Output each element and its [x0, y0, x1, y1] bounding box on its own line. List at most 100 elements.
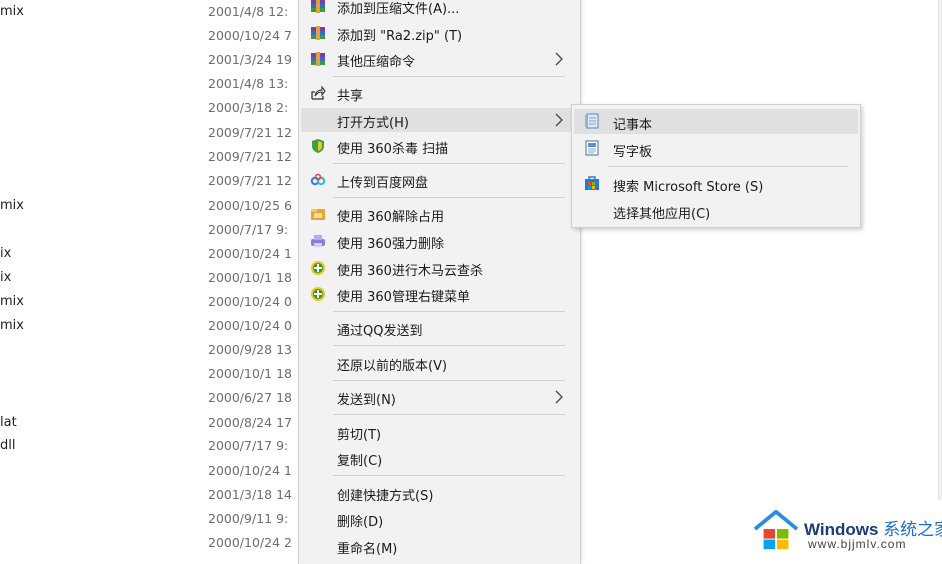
- menu-item-360-unlock[interactable]: 使用 360解除占用: [301, 202, 578, 226]
- menu-item-cut[interactable]: 剪切(T): [301, 420, 578, 444]
- submenu-item-wordpad[interactable]: 写字板: [574, 136, 858, 161]
- menu-item-label: 剪切(T): [337, 428, 382, 443]
- menu-item-send-to[interactable]: 发送到(N): [301, 385, 578, 409]
- file-name[interactable]: ix: [0, 246, 11, 261]
- date-modified-cell: 2001/4/8 13:: [208, 76, 289, 91]
- date-modified-cell: 2009/7/21 12: [208, 149, 292, 164]
- date-modified-cell: 2000/7/17 9:: [208, 438, 289, 453]
- menu-item-label: 上传到百度网盘: [337, 176, 429, 191]
- menu-item-label: 打开方式(H): [337, 116, 409, 131]
- 360-force-delete-icon: [311, 235, 325, 247]
- menu-separator: [333, 414, 565, 415]
- 360-trojan-scan-icon: [311, 261, 325, 275]
- chevron-right-icon: [555, 390, 563, 404]
- submenu-item-notepad[interactable]: 记事本: [574, 109, 858, 134]
- menu-item-label: 添加到 "Ra2.zip" (T): [337, 29, 463, 44]
- date-modified-cell: 2000/10/1 18: [208, 270, 292, 285]
- menu-item-label: 共享: [337, 89, 364, 104]
- menu-item-label: 通过QQ发送到: [337, 324, 423, 339]
- date-modified-cell: 2000/10/24 0: [208, 294, 292, 309]
- menu-separator: [333, 163, 565, 164]
- menu-item-send-via-qq[interactable]: 通过QQ发送到: [301, 316, 578, 340]
- submenu-item-microsoft-store[interactable]: 搜索 Microsoft Store (S): [574, 171, 858, 196]
- context-menu: 添加到压缩文件(A)... 添加到 "Ra2.zip" (T) 其他压缩命令 共…: [298, 0, 581, 564]
- submenu-item-label: 记事本: [613, 118, 653, 133]
- file-name[interactable]: mix: [0, 318, 24, 333]
- date-modified-cell: 2000/10/1 18: [208, 366, 292, 381]
- chevron-right-icon: [555, 52, 563, 66]
- submenu-item-label: 写字板: [613, 145, 653, 160]
- menu-item-label: 使用 360管理右键菜单: [337, 290, 470, 305]
- chevron-right-icon: [555, 113, 563, 127]
- share-icon: [311, 85, 326, 100]
- submenu-item-choose-other-app[interactable]: 选择其他应用(C): [574, 198, 858, 223]
- 360-shield-icon: [312, 139, 324, 153]
- file-name[interactable]: lat: [0, 415, 17, 430]
- file-name[interactable]: mix: [0, 198, 24, 213]
- date-modified-cell: 2000/10/24 0: [208, 318, 292, 333]
- date-modified-cell: 2000/10/24 1: [208, 463, 292, 478]
- menu-item-baidu-upload[interactable]: 上传到百度网盘: [301, 168, 578, 192]
- date-modified-cell: 2000/3/18 2:: [208, 100, 289, 115]
- menu-item-360-menu-manage[interactable]: 使用 360管理右键菜单: [301, 282, 578, 306]
- menu-item-delete[interactable]: 删除(D): [301, 507, 578, 531]
- menu-item-label: 使用 360解除占用: [337, 210, 444, 225]
- menu-separator: [333, 345, 565, 346]
- file-name[interactable]: mix: [0, 4, 24, 19]
- menu-item-360-force-delete[interactable]: 使用 360强力删除: [301, 229, 578, 253]
- menu-item-create-shortcut[interactable]: 创建快捷方式(S): [301, 481, 578, 505]
- menu-separator: [333, 475, 565, 476]
- menu-item-add-to-archive[interactable]: 添加到压缩文件(A)...: [301, 0, 578, 18]
- file-name[interactable]: mix: [0, 294, 24, 309]
- menu-separator: [333, 76, 565, 77]
- date-modified-column: 2001/4/8 12: 2000/10/24 7 2001/3/24 19 2…: [208, 0, 303, 557]
- menu-item-label: 还原以前的版本(V): [337, 359, 448, 374]
- date-modified-cell: 2000/10/24 1: [208, 246, 292, 261]
- date-modified-cell: 2000/10/24 7: [208, 28, 292, 43]
- file-name[interactable]: dll: [0, 438, 15, 453]
- menu-item-label: 重命名(M): [337, 542, 398, 557]
- date-modified-cell: 2000/9/11 9:: [208, 511, 289, 526]
- menu-item-360-scan[interactable]: 使用 360杀毒 扫描: [301, 134, 578, 158]
- 360-menu-manage-icon: [311, 287, 325, 301]
- menu-separator: [608, 166, 848, 167]
- menu-item-label: 使用 360强力删除: [337, 237, 444, 252]
- menu-item-label: 创建快捷方式(S): [337, 489, 434, 504]
- date-modified-cell: 2000/10/25 6: [208, 198, 292, 213]
- date-modified-cell: 2000/7/17 9:: [208, 222, 289, 237]
- menu-item-copy[interactable]: 复制(C): [301, 446, 578, 470]
- menu-item-label: 复制(C): [337, 454, 383, 469]
- menu-item-share[interactable]: 共享: [301, 81, 578, 105]
- windows-house-logo-icon: [753, 509, 799, 550]
- microsoft-store-icon: [585, 176, 599, 190]
- date-modified-cell: 2001/4/8 12:: [208, 4, 289, 19]
- menu-item-label: 使用 360杀毒 扫描: [337, 142, 449, 157]
- winrar-archive-icon: [311, 52, 325, 66]
- submenu-item-label: 选择其他应用(C): [613, 207, 711, 222]
- menu-item-label: 添加到压缩文件(A)...: [337, 2, 460, 17]
- file-name[interactable]: ix: [0, 270, 11, 285]
- menu-item-360-trojan-scan[interactable]: 使用 360进行木马云查杀: [301, 256, 578, 280]
- submenu-item-label: 搜索 Microsoft Store (S): [613, 180, 764, 195]
- menu-separator: [333, 380, 565, 381]
- menu-separator: [333, 197, 565, 198]
- date-modified-cell: 2000/9/28 13: [208, 342, 292, 357]
- window-edge: [938, 0, 942, 500]
- date-modified-cell: 2009/7/21 12: [208, 173, 292, 188]
- menu-item-label: 删除(D): [337, 515, 384, 530]
- open-with-submenu: 记事本 写字板 搜索 Microsoft Store (S) 选择其他应用(C): [571, 104, 861, 228]
- 360-unlock-icon: [311, 209, 325, 220]
- date-modified-cell: 2009/7/21 12: [208, 125, 292, 140]
- menu-item-label: 发送到(N): [337, 393, 396, 408]
- menu-item-label: 使用 360进行木马云查杀: [337, 264, 483, 279]
- baidu-netdisk-icon: [310, 173, 326, 186]
- menu-item-add-to-zip[interactable]: 添加到 "Ra2.zip" (T): [301, 21, 578, 45]
- menu-item-open-with[interactable]: 打开方式(H): [301, 108, 578, 132]
- menu-item-other-compress[interactable]: 其他压缩命令: [301, 47, 578, 71]
- menu-item-rename[interactable]: 重命名(M): [301, 534, 578, 558]
- notepad-icon: [585, 113, 599, 129]
- date-modified-cell: 2000/10/24 2: [208, 535, 292, 550]
- wordpad-icon: [585, 140, 599, 156]
- menu-item-restore-versions[interactable]: 还原以前的版本(V): [301, 351, 578, 375]
- date-modified-cell: 2000/6/27 18: [208, 390, 292, 405]
